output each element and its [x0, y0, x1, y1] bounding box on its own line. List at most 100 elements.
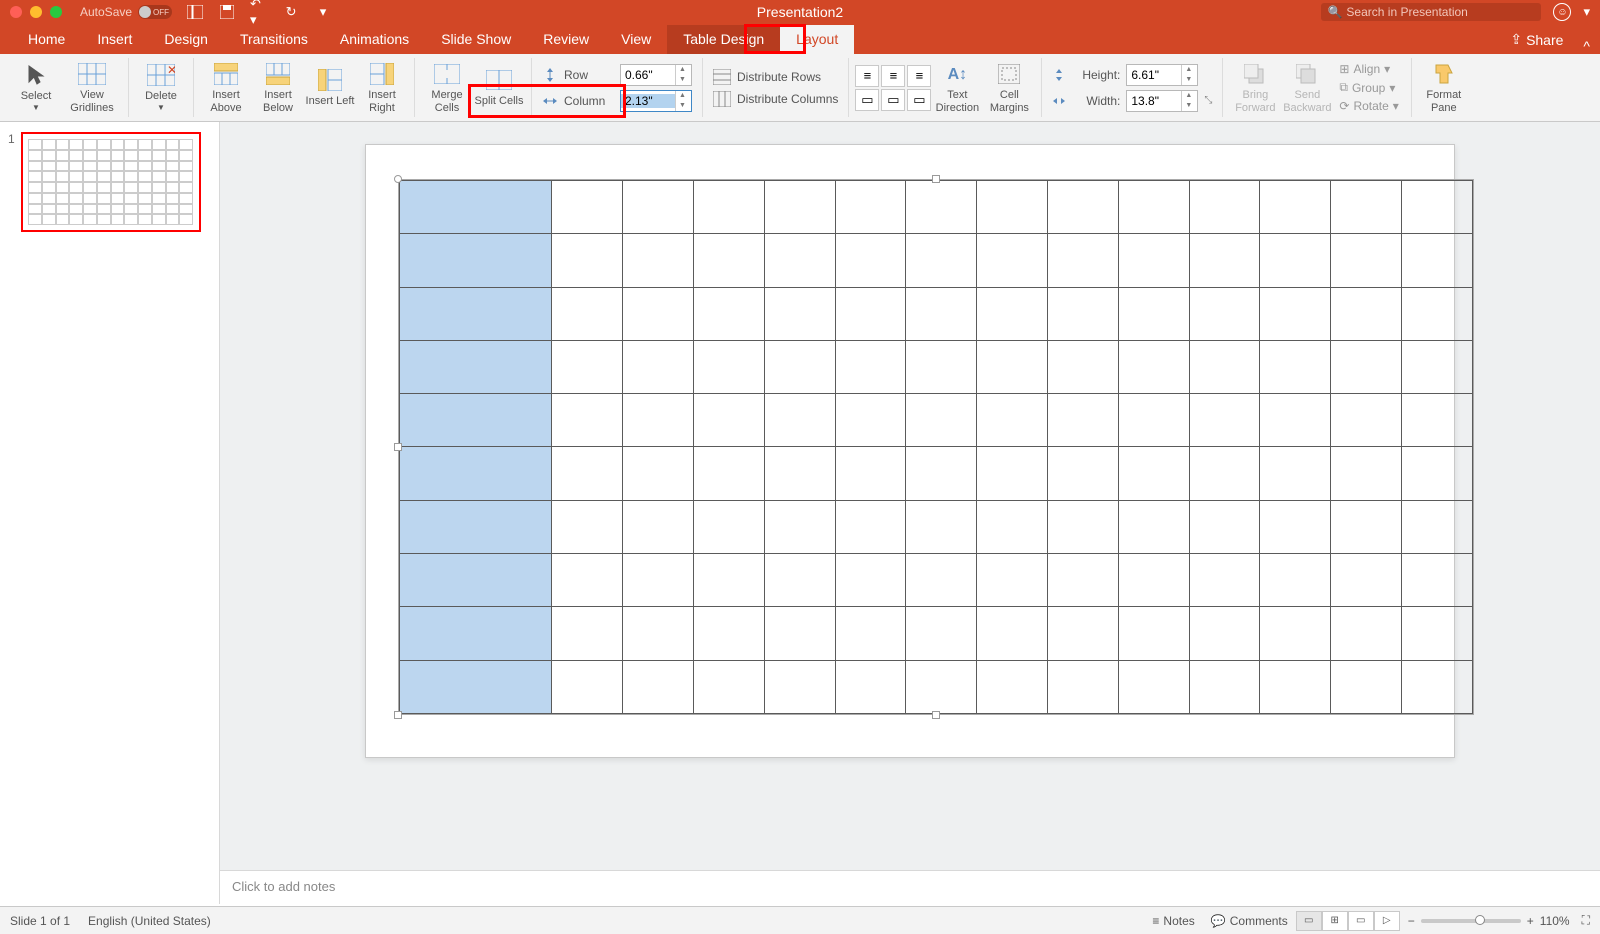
- table-cell[interactable]: [623, 500, 694, 553]
- zoom-in-button[interactable]: +: [1527, 914, 1534, 928]
- tab-review[interactable]: Review: [527, 25, 605, 54]
- table-cell[interactable]: [552, 181, 623, 234]
- table-cell[interactable]: [623, 660, 694, 713]
- table-cell[interactable]: [835, 500, 906, 553]
- table-selection[interactable]: [398, 179, 1474, 715]
- table-cell[interactable]: [1047, 500, 1118, 553]
- table-cell[interactable]: [1189, 554, 1260, 607]
- table-cell[interactable]: [835, 394, 906, 447]
- zoom-slider-knob[interactable]: [1475, 915, 1485, 925]
- table-cell[interactable]: [1331, 447, 1402, 500]
- table-cell[interactable]: [1118, 500, 1189, 553]
- slide-thumbnails-pane[interactable]: 1: [0, 122, 220, 904]
- table-cell[interactable]: [764, 447, 835, 500]
- table-cell[interactable]: [764, 394, 835, 447]
- table-cell[interactable]: [906, 287, 977, 340]
- stepper-up-icon[interactable]: ▲: [1182, 65, 1195, 75]
- zoom-window-icon[interactable]: [50, 6, 62, 18]
- table-cell[interactable]: [623, 287, 694, 340]
- table-cell[interactable]: [1047, 447, 1118, 500]
- table-cell[interactable]: [1189, 340, 1260, 393]
- table-cell[interactable]: [1402, 394, 1473, 447]
- table-cell[interactable]: [1189, 500, 1260, 553]
- table-cell[interactable]: [764, 607, 835, 660]
- tab-table-design[interactable]: Table Design: [667, 25, 780, 54]
- table-cell[interactable]: [400, 554, 552, 607]
- table-cell[interactable]: [977, 394, 1048, 447]
- table-cell[interactable]: [977, 181, 1048, 234]
- feedback-icon[interactable]: ☺: [1553, 3, 1571, 21]
- table-cell[interactable]: [1402, 340, 1473, 393]
- table-cell[interactable]: [1118, 234, 1189, 287]
- table-cell[interactable]: [835, 660, 906, 713]
- table-cell[interactable]: [623, 554, 694, 607]
- table-cell[interactable]: [1331, 234, 1402, 287]
- tab-insert[interactable]: Insert: [81, 25, 148, 54]
- table-cell[interactable]: [977, 234, 1048, 287]
- table-cell[interactable]: [835, 287, 906, 340]
- stepper-down-icon[interactable]: ▼: [1182, 75, 1195, 85]
- table-cell[interactable]: [1331, 500, 1402, 553]
- table-cell[interactable]: [835, 607, 906, 660]
- table-height-value[interactable]: [1127, 68, 1181, 82]
- autosave-toggle[interactable]: OFF: [138, 5, 172, 19]
- stepper-down-icon[interactable]: ▼: [676, 101, 689, 111]
- split-cells-button[interactable]: Split Cells: [473, 58, 525, 118]
- table-cell[interactable]: [693, 394, 764, 447]
- column-width-value[interactable]: [621, 94, 675, 108]
- table-cell[interactable]: [977, 447, 1048, 500]
- table-cell[interactable]: [693, 287, 764, 340]
- table-cell[interactable]: [1260, 554, 1331, 607]
- table-cell[interactable]: [623, 447, 694, 500]
- table-cell[interactable]: [552, 394, 623, 447]
- table-width-value[interactable]: [1127, 94, 1181, 108]
- comments-toggle[interactable]: 💬 Comments: [1203, 914, 1296, 928]
- undo-icon[interactable]: ↶ ▾: [250, 4, 268, 20]
- table-cell[interactable]: [1189, 287, 1260, 340]
- column-width-input[interactable]: ▲▼: [620, 90, 692, 112]
- stepper-down-icon[interactable]: ▼: [1182, 101, 1195, 111]
- stepper-down-icon[interactable]: ▼: [676, 75, 689, 85]
- table-cell[interactable]: [906, 607, 977, 660]
- row-height-value[interactable]: [621, 68, 675, 82]
- send-backward-button[interactable]: Send Backward: [1281, 58, 1333, 118]
- table-cell[interactable]: [1260, 607, 1331, 660]
- table-cell[interactable]: [1331, 660, 1402, 713]
- table-cell[interactable]: [906, 394, 977, 447]
- table-cell[interactable]: [977, 287, 1048, 340]
- table-cell[interactable]: [1189, 394, 1260, 447]
- distribute-rows-button[interactable]: Distribute Rows: [713, 69, 838, 85]
- rotate-menu[interactable]: ⟳Rotate ▾: [1335, 98, 1402, 114]
- table-cell[interactable]: [977, 554, 1048, 607]
- group-menu[interactable]: ⧉Group ▾: [1335, 79, 1402, 96]
- table-cell[interactable]: [835, 181, 906, 234]
- slide-thumbnail-1[interactable]: 1: [8, 132, 211, 232]
- table-cell[interactable]: [1047, 340, 1118, 393]
- table-cell[interactable]: [623, 181, 694, 234]
- table-cell[interactable]: [552, 554, 623, 607]
- table-cell[interactable]: [1402, 554, 1473, 607]
- table-cell[interactable]: [552, 287, 623, 340]
- view-gridlines-button[interactable]: View Gridlines: [62, 58, 122, 118]
- text-direction-button[interactable]: A↕Text Direction: [931, 58, 983, 118]
- align-bottom-left-button[interactable]: ▭: [855, 89, 879, 111]
- zoom-value[interactable]: 110%: [1540, 914, 1570, 928]
- table-cell[interactable]: [400, 660, 552, 713]
- slide[interactable]: [365, 144, 1455, 758]
- table-cell[interactable]: [977, 607, 1048, 660]
- table-cell[interactable]: [400, 287, 552, 340]
- table-cell[interactable]: [764, 287, 835, 340]
- table-cell[interactable]: [1260, 660, 1331, 713]
- resize-handle-tl[interactable]: [394, 175, 402, 183]
- table-cell[interactable]: [1118, 554, 1189, 607]
- tab-transitions[interactable]: Transitions: [224, 25, 324, 54]
- table-cell[interactable]: [835, 340, 906, 393]
- merge-cells-button[interactable]: Merge Cells: [421, 58, 473, 118]
- table-cell[interactable]: [906, 554, 977, 607]
- table-cell[interactable]: [1331, 607, 1402, 660]
- table-cell[interactable]: [400, 394, 552, 447]
- table-cell[interactable]: [1331, 394, 1402, 447]
- align-bottom-center-button[interactable]: ▭: [881, 89, 905, 111]
- reading-view-button[interactable]: ▭: [1348, 911, 1374, 931]
- table-cell[interactable]: [1118, 660, 1189, 713]
